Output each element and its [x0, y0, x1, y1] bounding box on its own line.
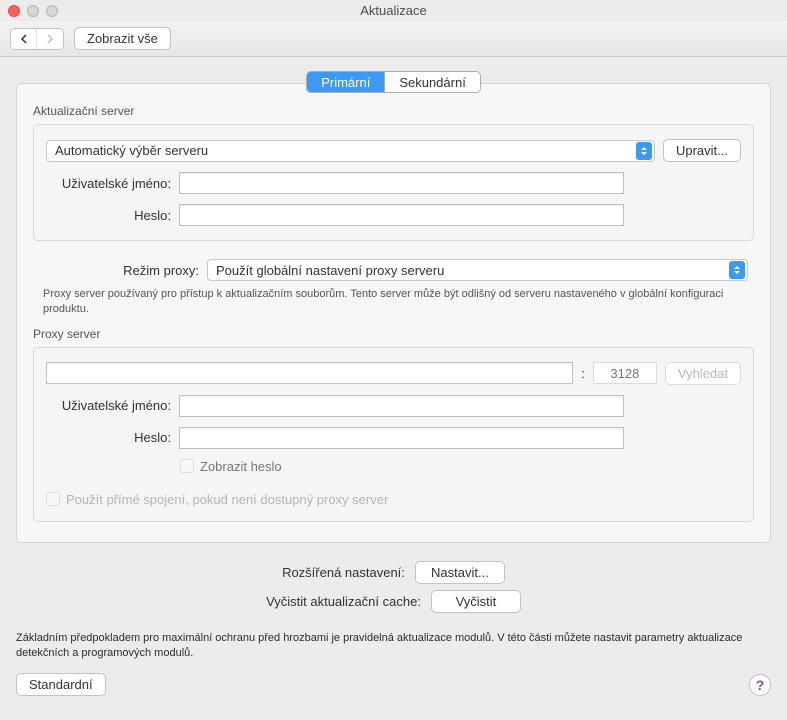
proxy-mode-select[interactable]: Použít globální nastavení proxy serveru	[207, 259, 748, 281]
show-all-button[interactable]: Zobrazit vše	[74, 27, 171, 50]
chevron-updown-icon	[636, 142, 652, 160]
proxy-server-group: : Vyhledat Uživatelské jméno: Heslo: Zob…	[33, 347, 754, 522]
advanced-actions: Rozšířená nastavení: Nastavit... Vyčisti…	[16, 561, 771, 613]
direct-fallback-label: Použít přímé spojení, pokud není dostupn…	[66, 492, 388, 507]
proxy-mode-label: Režim proxy:	[39, 263, 199, 278]
clear-cache-label: Vyčistit aktualizační cache:	[266, 594, 421, 609]
proxy-help-text: Proxy server používaný pro přístup k akt…	[43, 287, 744, 317]
settings-panel: Aktualizační server Automatický výběr se…	[16, 83, 771, 543]
chevron-updown-icon	[729, 261, 745, 279]
forward-button[interactable]	[37, 29, 63, 49]
tab-secondary[interactable]: Sekundární	[384, 72, 480, 92]
footer: Standardní ?	[0, 661, 787, 708]
window-title: Aktualizace	[0, 3, 787, 18]
proxy-host-input[interactable]	[46, 362, 573, 384]
tab-bar: Primární Sekundární	[16, 71, 771, 93]
nav-buttons	[10, 28, 64, 50]
advanced-settings-button[interactable]: Nastavit...	[415, 561, 505, 584]
update-password-input[interactable]	[179, 204, 624, 226]
update-server-select-value: Automatický výběr serveru	[55, 143, 208, 158]
proxy-username-label: Uživatelské jméno:	[46, 398, 171, 413]
tab-primary[interactable]: Primární	[307, 72, 384, 92]
proxy-password-label: Heslo:	[46, 430, 171, 445]
update-server-select[interactable]: Automatický výběr serveru	[46, 140, 655, 162]
update-username-input[interactable]	[179, 172, 624, 194]
update-server-group: Automatický výběr serveru Upravit... Uži…	[33, 124, 754, 241]
standard-button[interactable]: Standardní	[16, 673, 106, 696]
host-port-separator: :	[581, 366, 585, 381]
clear-cache-button[interactable]: Vyčistit	[431, 590, 521, 613]
update-server-label: Aktualizační server	[33, 104, 754, 118]
proxy-lookup-button[interactable]: Vyhledat	[665, 362, 741, 385]
toolbar: Zobrazit vše	[0, 21, 787, 57]
update-password-label: Heslo:	[46, 208, 171, 223]
proxy-mode-value: Použít globální nastavení proxy serveru	[216, 263, 444, 278]
update-username-label: Uživatelské jméno:	[46, 176, 171, 191]
help-button[interactable]: ?	[749, 674, 771, 696]
show-password-checkbox[interactable]	[180, 459, 194, 473]
proxy-username-input[interactable]	[179, 395, 624, 417]
page-description: Základním předpokladem pro maximální och…	[0, 619, 787, 662]
proxy-password-input[interactable]	[179, 427, 624, 449]
proxy-server-label: Proxy server	[33, 327, 754, 341]
advanced-settings-label: Rozšířená nastavení:	[282, 565, 405, 580]
direct-fallback-checkbox[interactable]	[46, 492, 60, 506]
proxy-port-input[interactable]	[593, 362, 657, 384]
back-button[interactable]	[11, 29, 37, 49]
edit-servers-button[interactable]: Upravit...	[663, 139, 741, 162]
show-password-label: Zobrazit heslo	[200, 459, 282, 474]
titlebar: Aktualizace	[0, 0, 787, 21]
